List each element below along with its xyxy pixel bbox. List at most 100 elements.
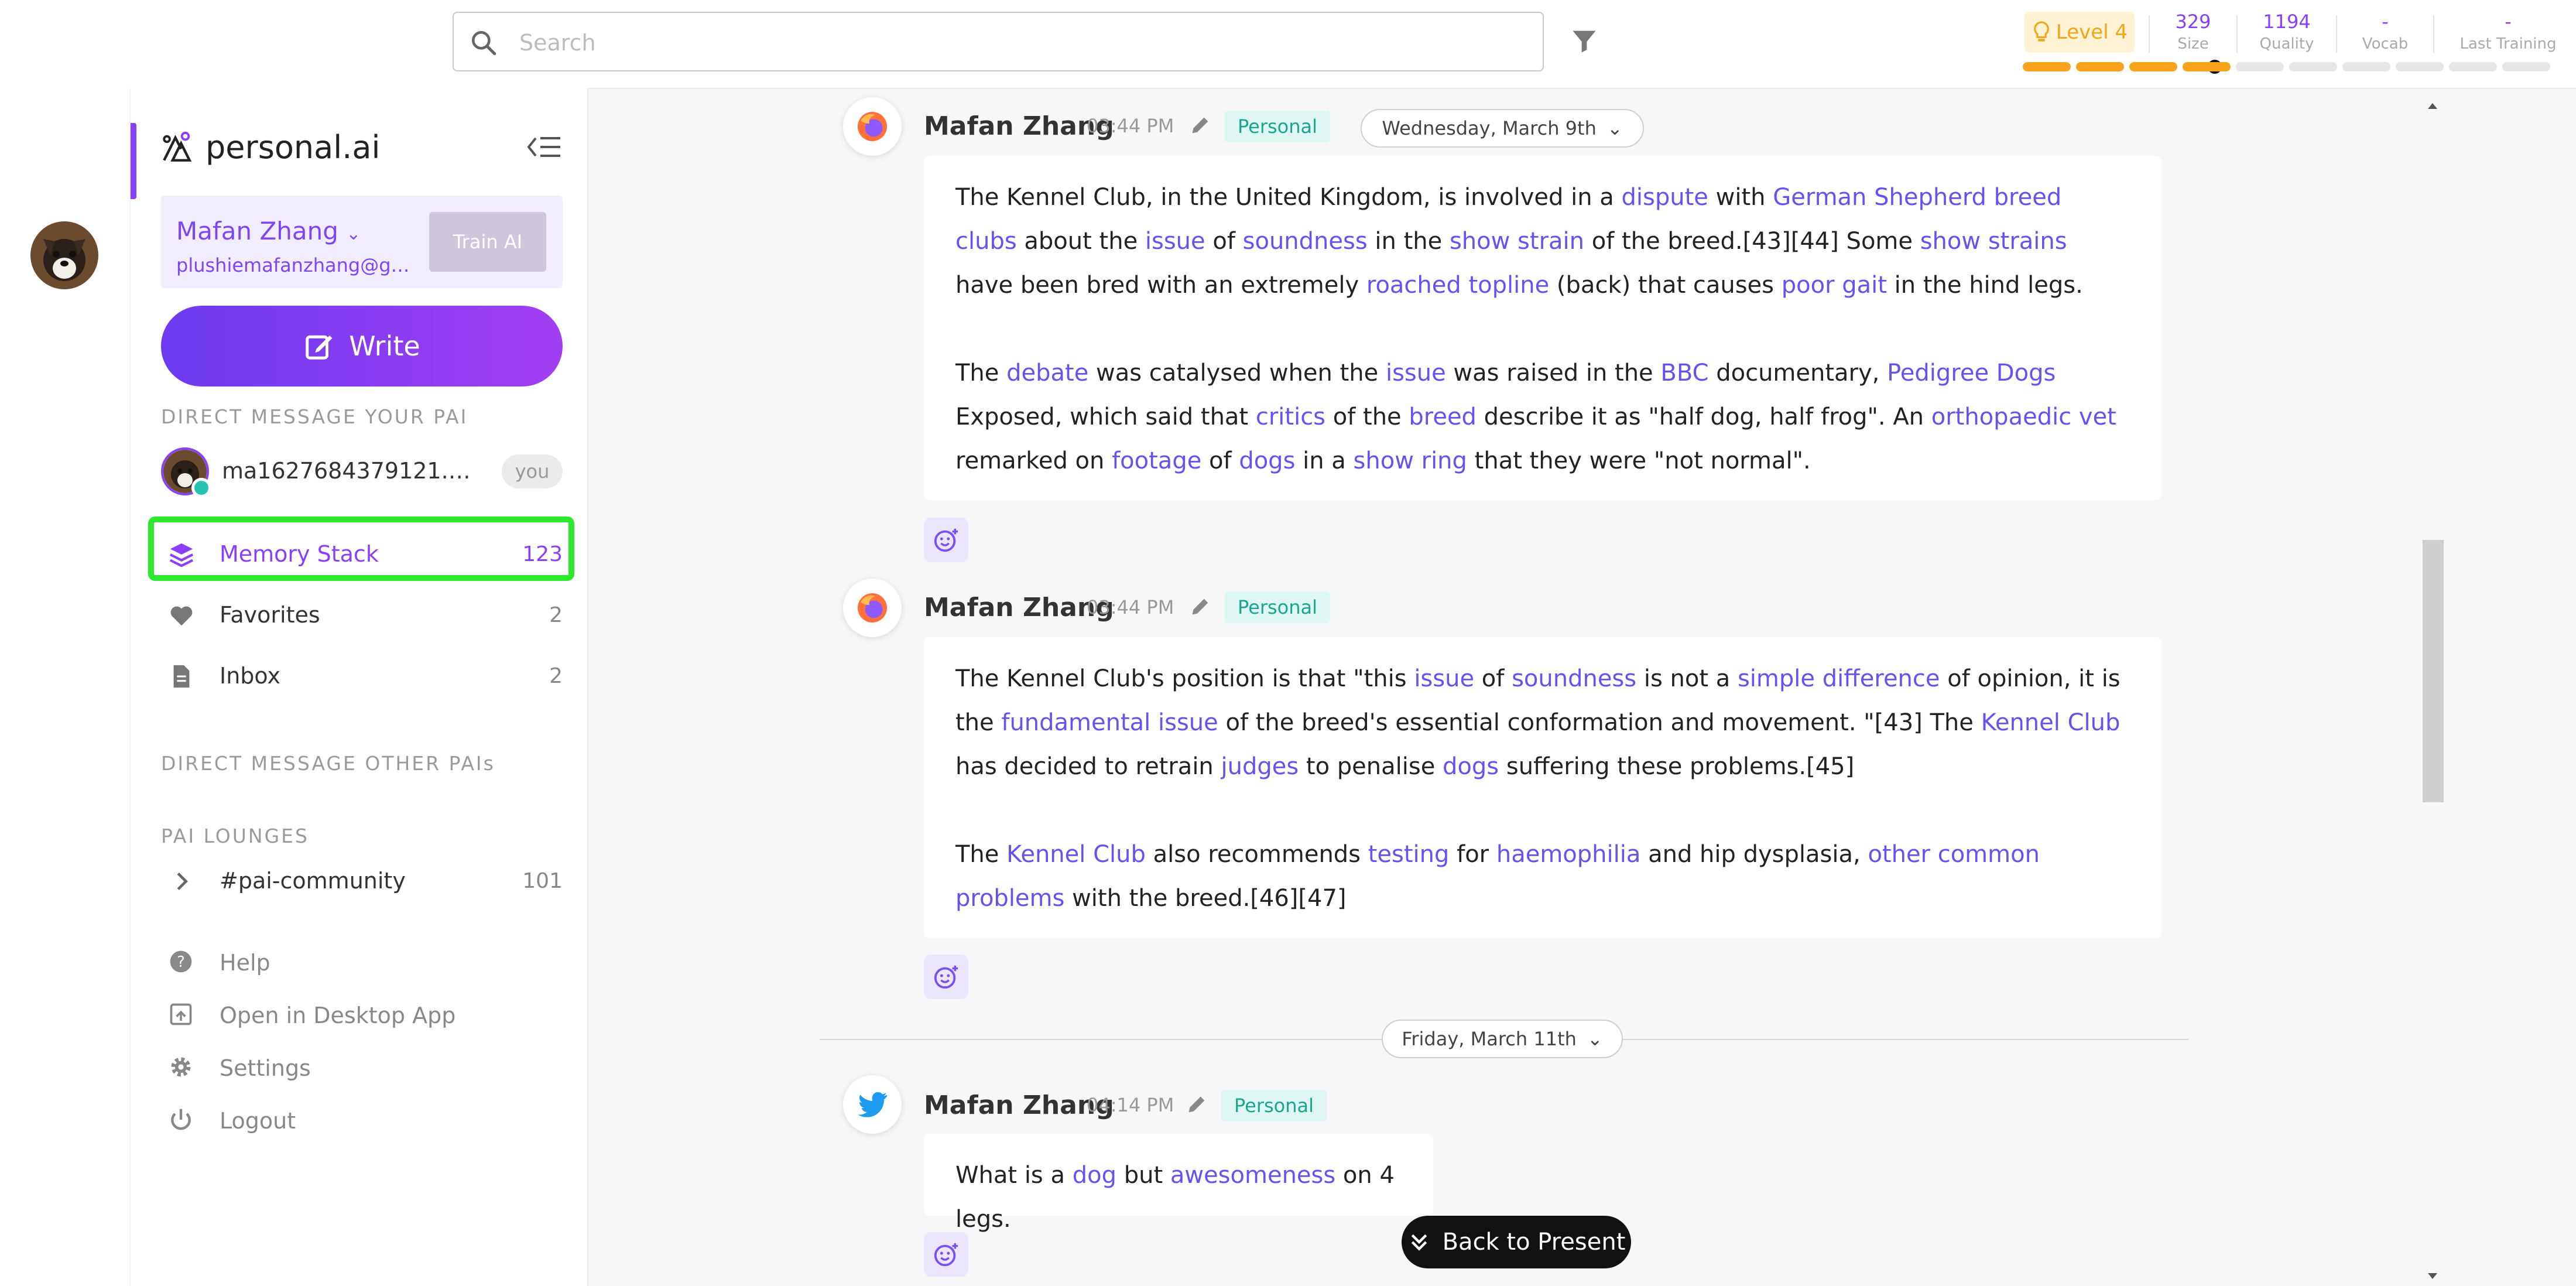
keyword-link[interactable]: critics (1256, 403, 1325, 430)
keyword-link[interactable]: simple difference (1738, 665, 1940, 692)
message-text: with (1708, 184, 1773, 211)
train-ai-button[interactable]: Train AI (429, 212, 546, 272)
message-author[interactable]: Mafan Zhang (924, 111, 1114, 141)
message-text: The (955, 360, 1007, 387)
back-to-present-button[interactable]: Back to Present (1402, 1216, 1631, 1268)
help-link[interactable]: ? Help (161, 938, 563, 985)
keyword-link[interactable]: fundamental issue (1001, 709, 1218, 736)
message-paragraph: The Kennel Club also recommends testing … (955, 833, 2130, 921)
filter-icon[interactable] (1569, 26, 1599, 56)
keyword-link[interactable]: Kennel Club (1006, 841, 1146, 868)
keyword-link[interactable]: orthopaedic vet (1931, 403, 2116, 430)
keyword-link[interactable]: testing (1368, 841, 1450, 868)
edit-pencil-icon[interactable] (1188, 595, 1212, 618)
level-badge[interactable]: Level 4 (2025, 12, 2135, 53)
section-heading-dm-other-pais: DIRECT MESSAGE OTHER PAIs (161, 752, 495, 775)
document-icon (173, 665, 190, 688)
keyword-link[interactable]: issue (1145, 228, 1205, 255)
lounge-item-pai-community[interactable]: #pai-community 101 (161, 856, 563, 905)
keyword-link[interactable]: issue (1414, 665, 1474, 692)
message-text: in a (1295, 447, 1354, 474)
edit-pencil-icon[interactable] (1188, 114, 1212, 137)
message-time: 03:44 PM (1087, 115, 1174, 137)
keyword-link[interactable]: show ring (1354, 447, 1467, 474)
logout-link[interactable]: Logout (161, 1096, 563, 1143)
tag-personal[interactable]: Personal (1221, 1090, 1327, 1121)
message-author[interactable]: Mafan Zhang (924, 593, 1114, 623)
keyword-link[interactable]: debate (1006, 360, 1088, 387)
keyword-link[interactable]: dispute (1622, 184, 1708, 211)
add-reaction-button[interactable] (924, 518, 968, 562)
keyword-link[interactable]: soundness (1243, 228, 1368, 255)
keyword-link[interactable]: Kennel Club (1981, 709, 2121, 736)
twitter-icon (858, 1092, 887, 1117)
keyword-link[interactable]: issue (1386, 360, 1446, 387)
collapse-sidebar-icon[interactable] (526, 134, 561, 160)
message-text: that they were "not normal". (1467, 447, 1811, 474)
level-label: Level 4 (2056, 20, 2128, 44)
scrollbar-thumb[interactable] (2423, 540, 2444, 802)
edit-pencil-icon[interactable] (1185, 1093, 1208, 1116)
account-name-text: Mafan Zhang (176, 217, 338, 245)
search-input[interactable] (518, 21, 1516, 64)
message-paragraph: The Kennel Club's position is that "this… (955, 657, 2130, 789)
tag-personal[interactable]: Personal (1225, 591, 1331, 623)
settings-link[interactable]: Settings (161, 1044, 563, 1090)
chevron-down-icon: ⌄ (1587, 1028, 1603, 1050)
open-desktop-app-link[interactable]: Open in Desktop App (161, 991, 563, 1038)
dm-your-pai-item[interactable]: ma1627684379121.perso... you (161, 447, 563, 498)
keyword-link[interactable]: soundness (1512, 665, 1636, 692)
user-avatar[interactable] (30, 221, 98, 289)
add-reaction-button[interactable] (924, 955, 968, 999)
keyword-link[interactable]: dog (1073, 1162, 1116, 1189)
keyword-link[interactable]: judges (1221, 753, 1299, 780)
scroll-down-arrow-icon[interactable] (2420, 1270, 2445, 1284)
keyword-link[interactable]: dogs (1443, 753, 1499, 780)
source-avatar-twitter (843, 1075, 902, 1134)
write-button[interactable]: Write (161, 306, 563, 387)
message-card[interactable]: The Kennel Club, in the United Kingdom, … (924, 156, 2161, 500)
firefox-icon (858, 112, 887, 141)
scroll-up-arrow-icon[interactable] (2420, 98, 2445, 112)
progress-segment (2342, 62, 2390, 71)
smiley-icon (934, 965, 958, 989)
keyword-link[interactable]: show strains (1920, 228, 2067, 255)
keyword-link[interactable]: show strain (1450, 228, 1584, 255)
selection-highlight (148, 517, 574, 581)
sidebar-item-inbox[interactable]: Inbox 2 (161, 651, 563, 700)
lounge-count: 101 (522, 868, 563, 893)
search-icon (472, 31, 496, 56)
message-text: with the breed.[46][47] (1064, 885, 1347, 912)
brand-name: personal.ai (205, 129, 381, 166)
date-selector[interactable]: Wednesday, March 9th ⌄ (1361, 109, 1644, 148)
keyword-link[interactable]: awesomeness (1170, 1162, 1335, 1189)
date-selector[interactable]: Friday, March 11th ⌄ (1382, 1020, 1623, 1058)
keyword-link[interactable]: footage (1112, 447, 1201, 474)
progress-segment (2023, 62, 2071, 71)
keyword-link[interactable]: dogs (1239, 447, 1295, 474)
message-author[interactable]: Mafan Zhang (924, 1090, 1114, 1120)
account-name[interactable]: Mafan Zhang ⌄ (176, 217, 361, 245)
message-card[interactable]: What is a dog but awesomeness on 4 legs. (924, 1134, 1433, 1233)
keyword-link[interactable]: roached topline (1366, 272, 1549, 299)
pai-handle: ma1627684379121.perso... (222, 458, 479, 484)
tag-personal[interactable]: Personal (1225, 111, 1331, 142)
message-text: have been bred with an extremely (955, 272, 1366, 299)
feed-scrollbar[interactable] (2420, 98, 2445, 1286)
message-card[interactable]: The Kennel Club's position is that "this… (924, 637, 2161, 938)
add-reaction-button[interactable] (924, 1232, 968, 1277)
gear-icon (171, 1057, 191, 1077)
message-text: What is a (955, 1162, 1073, 1189)
help-icon: ? (170, 950, 192, 973)
firefox-icon (858, 593, 887, 623)
search-bar[interactable] (453, 12, 1544, 71)
keyword-link[interactable]: BBC (1660, 360, 1708, 387)
brand-logo[interactable]: personal.ai (160, 129, 380, 166)
keyword-link[interactable]: poor gait (1782, 272, 1887, 299)
keyword-link[interactable]: Pedigree Dogs (1887, 360, 2056, 387)
sidebar-item-favorites[interactable]: Favorites 2 (161, 590, 563, 639)
keyword-link[interactable]: breed (1409, 403, 1477, 430)
keyword-link[interactable]: haemophilia (1496, 841, 1641, 868)
stat-last-training: - Last Training (2457, 11, 2560, 53)
online-status-dot (191, 478, 211, 498)
